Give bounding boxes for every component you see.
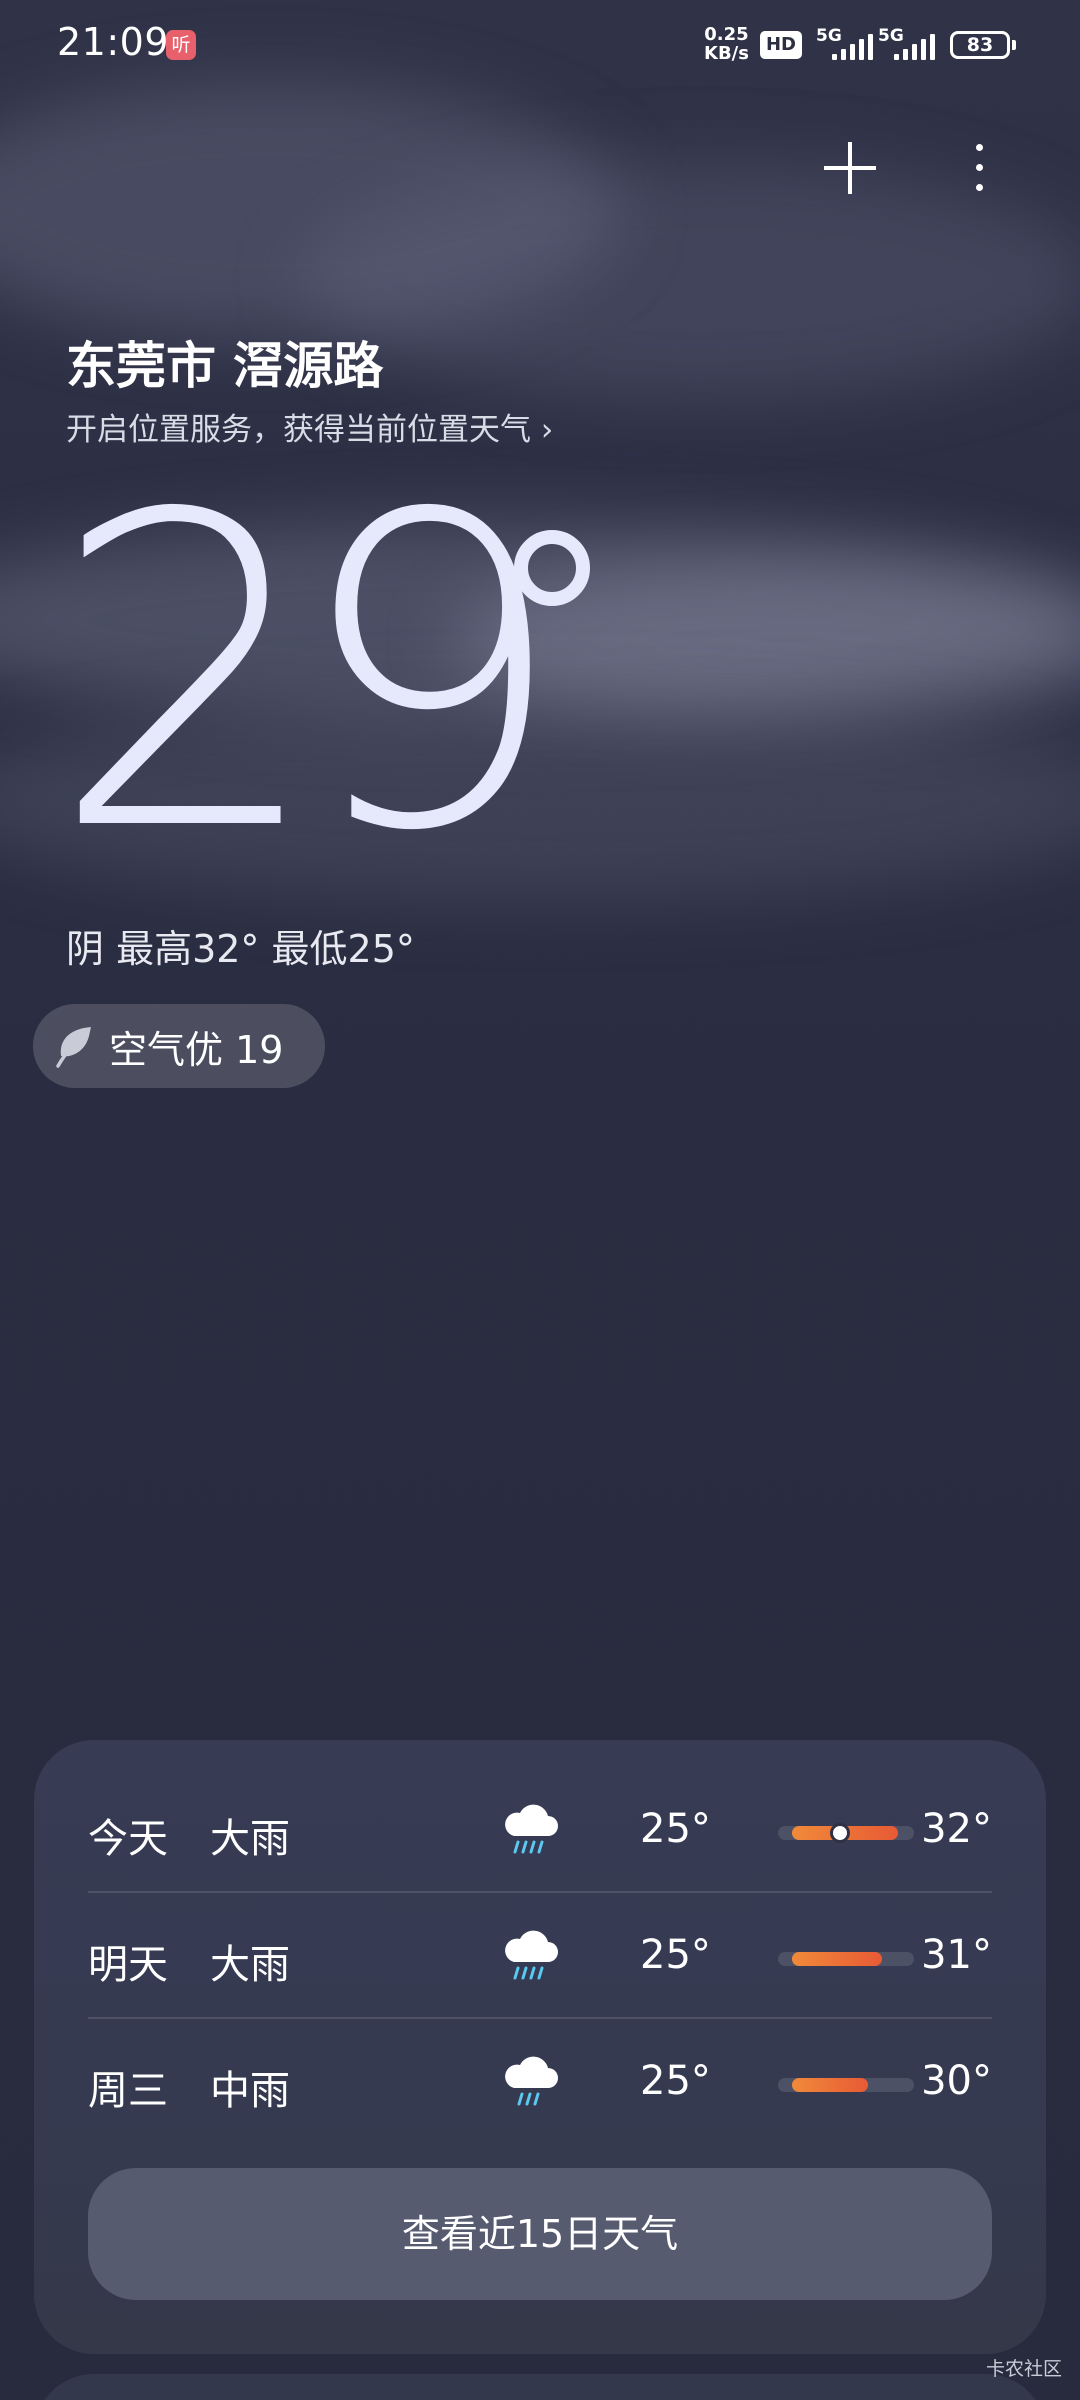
moderate-rain-icon (505, 2056, 558, 2106)
heavy-rain-icon (505, 1930, 558, 1980)
forecast-high: 32° (921, 1806, 992, 1852)
city-name: 东莞市 滘源路 (66, 337, 384, 395)
forecast-high: 31° (921, 1932, 992, 1978)
network-speed-value: 0.25 (704, 24, 749, 45)
forecast-weather: 大雨 (210, 1942, 290, 1988)
forecast-day: 明天 (88, 1942, 168, 1988)
forecast-weather: 中雨 (210, 2068, 290, 2114)
signal-1-icon: 5G (816, 26, 878, 60)
status-time: 21:09 (57, 20, 170, 64)
forecast-high: 30° (921, 2058, 992, 2104)
signal-2-icon: 5G (878, 26, 940, 60)
heavy-rain-icon (505, 1804, 558, 1854)
battery-icon: 83 (950, 31, 1016, 59)
temp-range-bar (778, 2078, 914, 2092)
forecast-row-today[interactable]: 今天 大雨 25° 32° (88, 1770, 992, 1896)
watermark: 卡农社区 (986, 2358, 1063, 2380)
status-bar: 21:09 听 0.25 KB/s HD 5G 5G 83 (0, 0, 1080, 90)
add-city-button[interactable] (822, 140, 878, 196)
network-speed: 0.25 KB/s (704, 25, 749, 63)
condition-summary: 阴 最高32° 最低25° (66, 927, 415, 971)
air-quality-label: 空气优 19 (109, 1027, 284, 1072)
network-speed-unit: KB/s (704, 43, 749, 64)
forecast-low: 25° (640, 1806, 711, 1852)
current-temperature: 29 (50, 425, 567, 925)
current-temp-marker (830, 1823, 850, 1843)
forecast-row-wednesday[interactable]: 周三 中雨 25° 30° (88, 2022, 992, 2148)
leaf-icon (56, 1027, 91, 1068)
divider (88, 1891, 992, 1893)
temp-range-fill (792, 1952, 882, 1966)
temp-range-fill (792, 2078, 868, 2092)
forecast-weather: 大雨 (210, 1816, 290, 1862)
next-card-peek (34, 2374, 1046, 2400)
temp-range-bar (778, 1952, 914, 1966)
divider (88, 2017, 992, 2019)
hd-voice-icon: HD (760, 31, 802, 59)
forecast-card: 今天 大雨 25° 32° 明天 大雨 25° 31° 周三 中雨 25° 30… (34, 1740, 1046, 2354)
more-options-button[interactable] (968, 140, 992, 196)
forecast-low: 25° (640, 2058, 711, 2104)
air-quality-badge[interactable]: 空气优 19 (33, 1004, 325, 1088)
listen-app-icon: 听 (166, 30, 196, 60)
forecast-low: 25° (640, 1932, 711, 1978)
degree-symbol (514, 530, 590, 606)
view-15-day-forecast-button[interactable]: 查看近15日天气 (88, 2168, 992, 2300)
temp-range-bar (778, 1823, 914, 1843)
forecast-day: 今天 (88, 1816, 168, 1862)
forecast-row-tomorrow[interactable]: 明天 大雨 25° 31° (88, 1896, 992, 2022)
forecast-day: 周三 (88, 2068, 168, 2114)
